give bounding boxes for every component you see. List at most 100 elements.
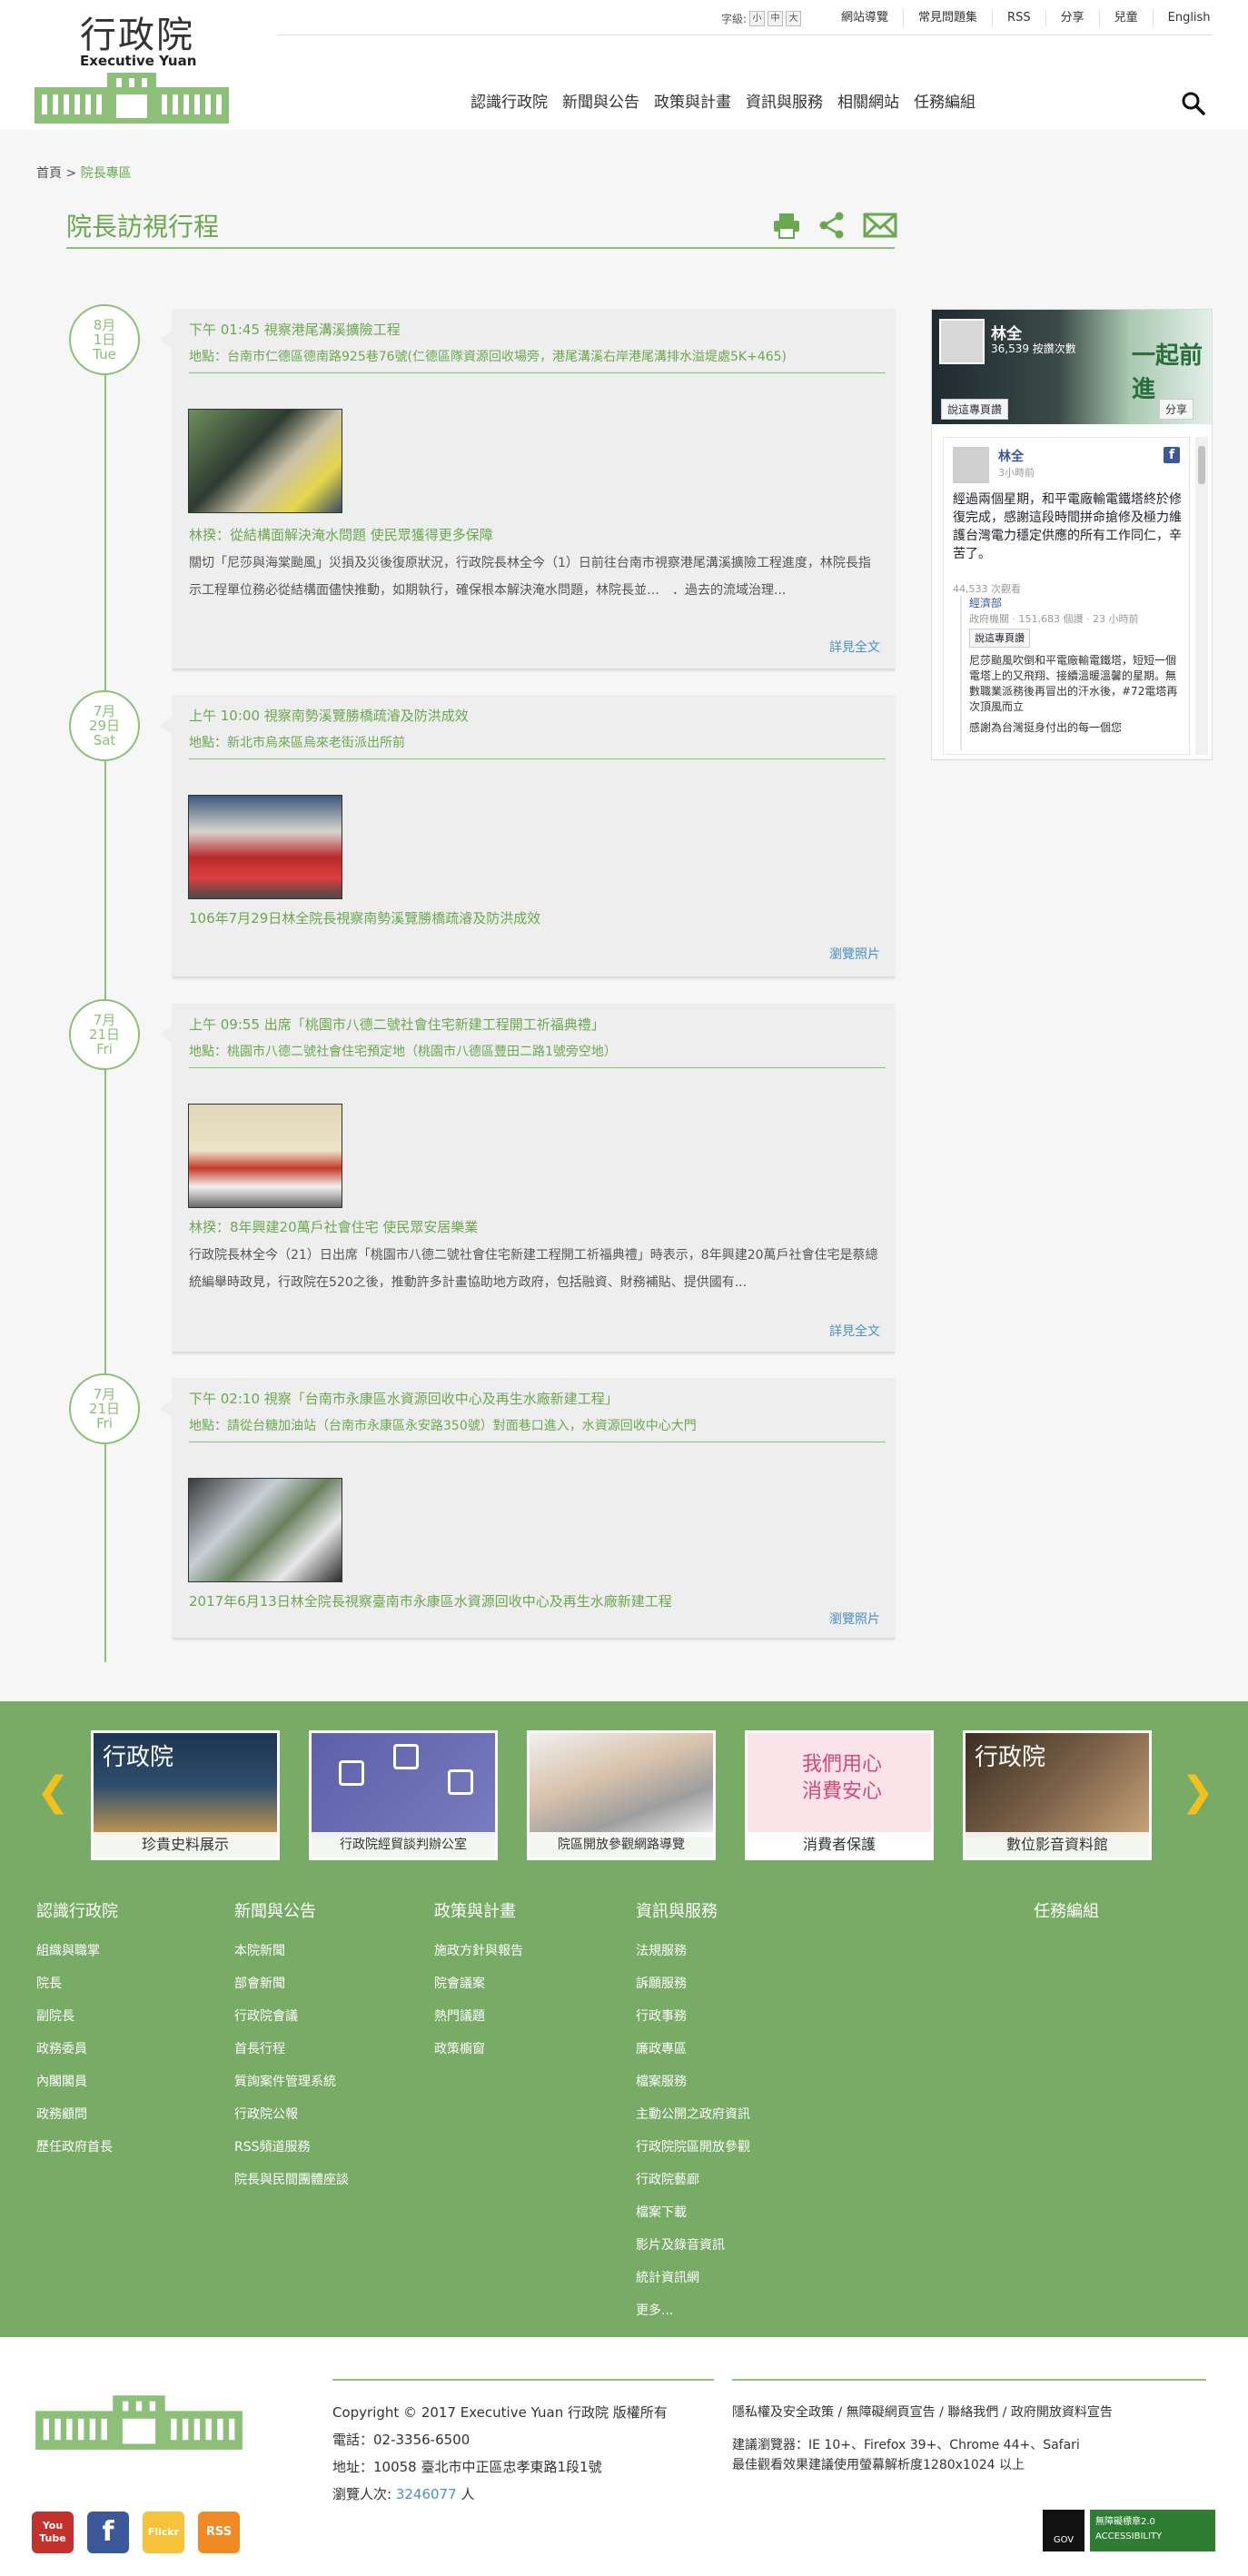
search-button[interactable] — [1181, 91, 1206, 116]
banner-consumer[interactable]: 我們用心 消費安心 消費者保護 — [745, 1730, 934, 1860]
post-author[interactable]: 林全 — [998, 447, 1024, 465]
toplink-kids[interactable]: 兒童 — [1098, 10, 1153, 26]
footer-link[interactable]: 主動公開之政府資訊 — [636, 2098, 750, 2131]
footer-col-news: 新聞與公告 本院新聞 部會新聞 行政院會議 首長行程 質詢案件管理系統 行政院公… — [234, 1898, 349, 2196]
footer-link[interactable]: 首長行程 — [234, 2033, 349, 2066]
schedule-title[interactable]: 上午 10:00 視察南勢溪覽勝橋疏濬及防洪成效 — [189, 706, 469, 725]
facebook-cover[interactable]: 林全 36,539 按讚次數 一起前進 說這專頁讚 分享 — [932, 310, 1212, 424]
footer-link[interactable]: 行政院院區開放參觀 — [636, 2131, 750, 2164]
footer-link[interactable]: 廉政專區 — [636, 2033, 750, 2066]
footer-link[interactable]: 行政院會議 — [234, 2000, 349, 2033]
nav-related[interactable]: 相關網站 — [830, 91, 906, 114]
footer-link[interactable]: 統計資訊網 — [636, 2262, 750, 2294]
footer-link[interactable]: 內閣閣員 — [36, 2066, 118, 2098]
facebook-icon[interactable]: f — [1164, 447, 1180, 463]
breadcrumb-current[interactable]: 院長專區 — [81, 166, 132, 181]
scrollbar-thumb[interactable] — [1198, 446, 1205, 484]
site-logo[interactable]: 行政院 Executive Yuan — [35, 5, 234, 125]
divider — [732, 2379, 1206, 2381]
resolution-note: 最佳觀看效果建議使用螢幕解析度1280x1024 以上 — [732, 2458, 1025, 2472]
shared-author[interactable]: 經濟部 — [969, 596, 1183, 611]
youtube-icon[interactable]: You Tube — [32, 2512, 74, 2553]
footer-col-services: 資訊與服務 法規服務 訴願服務 行政事務 廉政專區 檔案服務 主動公開之政府資訊… — [636, 1898, 750, 2327]
toplink-faq[interactable]: 常見問題集 — [903, 10, 992, 26]
banner-history[interactable]: 行政院 珍貴史料展示 — [91, 1730, 280, 1860]
footer-link[interactable]: 訴願服務 — [636, 1967, 750, 2000]
schedule-subtitle[interactable]: 林揆：從結構面解決淹水問題 使民眾獲得更多保障 — [189, 525, 493, 544]
flickr-icon[interactable]: Flickr — [143, 2512, 184, 2553]
footer-link[interactable]: 院會議案 — [434, 1967, 523, 2000]
footer-link[interactable]: 檔案下載 — [636, 2196, 750, 2229]
schedule-title[interactable]: 下午 01:45 視察港尾溝溪擴險工程 — [189, 320, 401, 339]
scrollbar[interactable] — [1195, 437, 1208, 755]
like-page-button[interactable]: 說這專頁讚 — [969, 629, 1030, 648]
footer-link[interactable]: 更多... — [636, 2294, 750, 2327]
nav-about[interactable]: 認識行政院 — [463, 91, 555, 114]
schedule-subtitle[interactable]: 2017年6月13日林全院長視察臺南市永康區水資源回收中心及再生水廠新建工程 — [189, 1591, 672, 1610]
font-medium-button[interactable]: 中 — [768, 11, 784, 26]
footer-link[interactable]: 檔案服務 — [636, 2066, 750, 2098]
read-more-link[interactable]: 詳見全文 — [829, 1322, 880, 1340]
font-small-button[interactable]: 小 — [749, 11, 766, 26]
accessibility-badge-icon[interactable]: 無障礙標章2.0 ACCESSIBILITY — [1090, 2510, 1215, 2551]
like-page-button[interactable]: 說這專頁讚 — [941, 399, 1009, 420]
banner-media[interactable]: 行政院 數位影音資料館 — [963, 1730, 1152, 1860]
policy-link-list[interactable]: 隱私權及安全政策 / 無障礙網頁宣告 / 聯絡我們 / 政府開放資料宣告 — [732, 2399, 1113, 2426]
view-photos-link[interactable]: 瀏覽照片 — [829, 1610, 880, 1628]
shared-meta: 政府機關 · 151,683 個讚 · 23 小時前 — [969, 613, 1139, 625]
footer-link[interactable]: 政策櫥窗 — [434, 2033, 523, 2066]
schedule-title[interactable]: 上午 09:55 出席「桃園市八德二號社會住宅新建工程開工祈福典禮」 — [189, 1015, 605, 1034]
footer-link[interactable]: 歷任政府首長 — [36, 2131, 118, 2164]
schedule-subtitle[interactable]: 106年7月29日林全院長視察南勢溪覽勝橋疏濬及防洪成效 — [189, 908, 540, 927]
footer-link[interactable]: RSS頻道服務 — [234, 2131, 349, 2164]
toplink-sitemap[interactable]: 網站導覽 — [827, 10, 903, 26]
footer-col-title[interactable]: 任務編組 — [1034, 1898, 1099, 1922]
toplink-share[interactable]: 分享 — [1045, 10, 1099, 26]
nav-policy[interactable]: 政策與計畫 — [647, 91, 738, 114]
footer-link[interactable]: 行政院藝廊 — [636, 2164, 750, 2196]
share-icon[interactable] — [817, 211, 847, 240]
footer-link[interactable]: 部會新聞 — [234, 1967, 349, 2000]
schedule-photo[interactable] — [188, 409, 342, 513]
schedule-location: 地點：台南市仁德區德南路925巷76號(仁德區隊資源回收場旁，港尾溝溪右岸港尾溝… — [189, 350, 787, 364]
banner-trade[interactable]: 行政院經貿談判辦公室 — [309, 1730, 498, 1860]
gov-badge-icon[interactable]: GOV — [1043, 2510, 1085, 2551]
footer-link[interactable]: 院長與民間團體座談 — [234, 2164, 349, 2196]
footer-link[interactable]: 本院新聞 — [234, 1935, 349, 1967]
footer-link[interactable]: 法規服務 — [636, 1935, 750, 1967]
email-icon[interactable] — [863, 211, 897, 240]
font-large-button[interactable]: 大 — [786, 11, 802, 26]
banner-label: 行政院經貿談判辦公室 — [312, 1832, 495, 1858]
footer-link[interactable]: 施政方針與報告 — [434, 1935, 523, 1967]
banner-tour[interactable]: 院區開放參觀網路導覽 — [527, 1730, 716, 1860]
footer-link[interactable]: 行政事務 — [636, 2000, 750, 2033]
schedule-subtitle[interactable]: 林揆：8年興建20萬戶社會住宅 使民眾安居樂業 — [189, 1217, 478, 1236]
footer-link[interactable]: 副院長 — [36, 2000, 118, 2033]
footer-link[interactable]: 熱門議題 — [434, 2000, 523, 2033]
prev-arrow-icon[interactable]: ❮ — [36, 1769, 70, 1815]
footer-link[interactable]: 院長 — [36, 1967, 118, 2000]
schedule-photo[interactable] — [188, 1478, 342, 1582]
footer-link[interactable]: 行政院公報 — [234, 2098, 349, 2131]
footer-link[interactable]: 影片及錄音資訊 — [636, 2229, 750, 2262]
breadcrumb-home[interactable]: 首頁 — [36, 166, 62, 181]
footer-link[interactable]: 政務委員 — [36, 2033, 118, 2066]
schedule-photo[interactable] — [188, 795, 342, 899]
facebook-icon[interactable]: f — [87, 2512, 129, 2553]
nav-services[interactable]: 資訊與服務 — [738, 91, 830, 114]
nav-task-force[interactable]: 任務編組 — [906, 91, 983, 114]
schedule-title[interactable]: 下午 02:10 視察「台南市永康區水資源回收中心及再生水廠新建工程」 — [189, 1389, 619, 1408]
rss-icon[interactable]: RSS — [198, 2512, 240, 2553]
read-more-link[interactable]: 詳見全文 — [829, 638, 880, 656]
next-arrow-icon[interactable]: ❯ — [1181, 1769, 1214, 1815]
view-photos-link[interactable]: 瀏覽照片 — [829, 945, 880, 963]
footer-link[interactable]: 質詢案件管理系統 — [234, 2066, 349, 2098]
toplink-english[interactable]: English — [1152, 10, 1225, 26]
share-button[interactable]: 分享 — [1159, 399, 1194, 420]
schedule-photo[interactable] — [188, 1104, 342, 1208]
nav-news[interactable]: 新聞與公告 — [555, 91, 647, 114]
toplink-rss[interactable]: RSS — [992, 10, 1045, 26]
print-icon[interactable] — [772, 211, 801, 240]
footer-link[interactable]: 政務顧問 — [36, 2098, 118, 2131]
footer-link[interactable]: 組織與職掌 — [36, 1935, 118, 1967]
